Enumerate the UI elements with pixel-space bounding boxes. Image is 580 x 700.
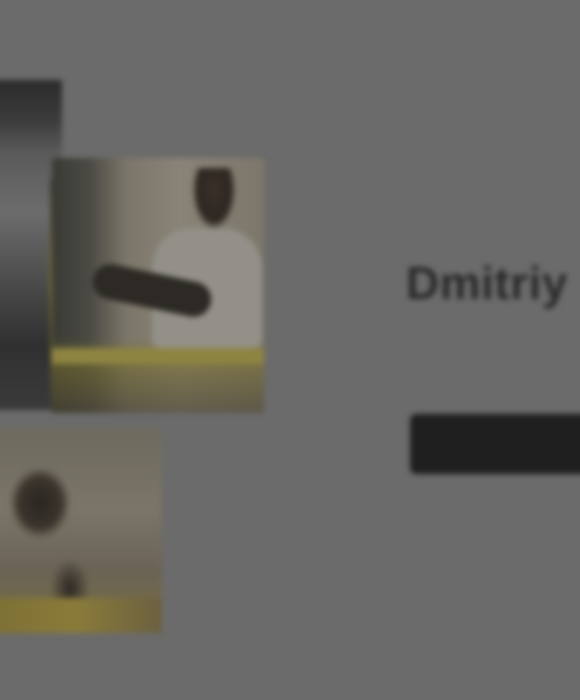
modal-dim-overlay[interactable] [0, 0, 580, 700]
page-viewport: Dmitriy [0, 0, 580, 700]
